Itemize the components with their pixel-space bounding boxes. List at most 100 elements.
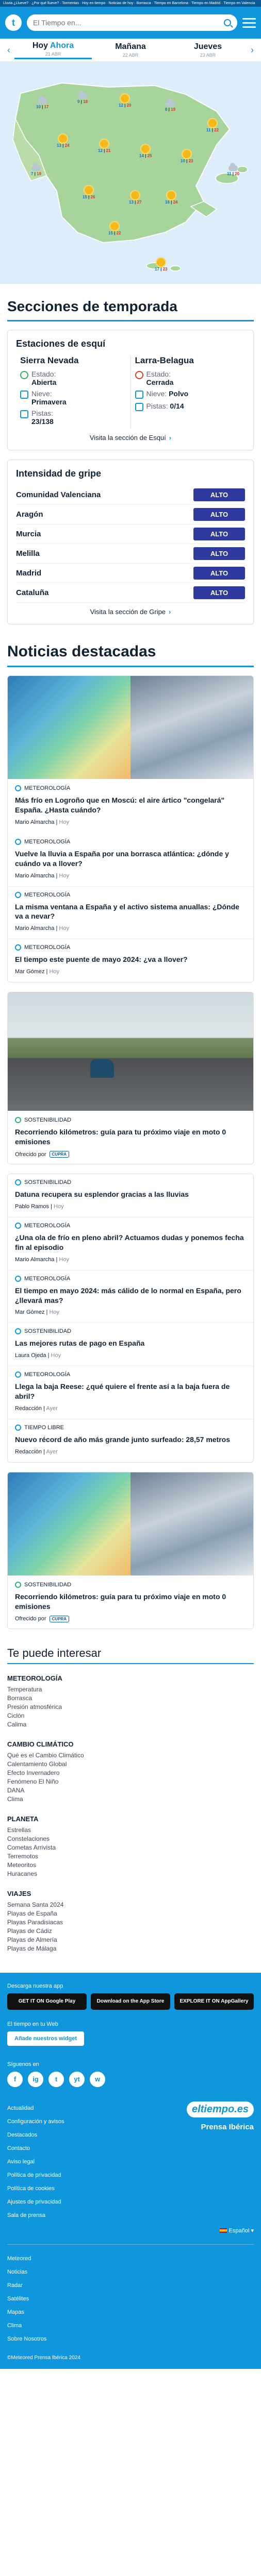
instagram-icon[interactable]: ig xyxy=(28,2071,43,2087)
language-selector[interactable]: Español ▾ xyxy=(7,2227,254,2234)
footer-link[interactable]: Mapas xyxy=(7,2306,254,2319)
city-forecast[interactable]: 7 | 19 xyxy=(31,163,41,176)
news-list-item[interactable]: METEOROLOGÍA ¿Una ola de frío en pleno ab… xyxy=(8,1216,253,1270)
news-headline[interactable]: Las mejores rutas de pago en España xyxy=(15,1338,246,1348)
interest-link[interactable]: Playas de Málaga xyxy=(7,1944,254,1953)
chevron-left-icon[interactable]: ‹ xyxy=(3,45,14,56)
flu-row[interactable]: Madrid ALTO xyxy=(16,564,245,583)
footer-link[interactable]: Noticias xyxy=(7,2265,254,2279)
news-list-item[interactable]: METEOROLOGÍA La misma ventana a España y … xyxy=(8,886,253,939)
city-forecast[interactable]: 15 | 22 xyxy=(108,222,121,235)
interest-link[interactable]: Cometas Arrivista xyxy=(7,1843,254,1852)
city-forecast[interactable]: 13 | 27 xyxy=(129,191,142,205)
footer-link[interactable]: Sobre Nosotros xyxy=(7,2332,254,2346)
interest-link[interactable]: Borrasca xyxy=(7,1694,254,1703)
interest-link[interactable]: Semana Santa 2024 xyxy=(7,1901,254,1909)
news-card[interactable]: SOSTENIBILIDAD Recorriendo kilómetros: g… xyxy=(7,1472,254,1629)
news-card[interactable]: SOSTENIBILIDAD Recorriendo kilómetros: g… xyxy=(7,992,254,1165)
chevron-right-icon[interactable]: › xyxy=(247,45,258,56)
city-forecast[interactable]: 10 | 17 xyxy=(36,96,49,109)
city-forecast[interactable]: 16 | 24 xyxy=(165,191,178,205)
interest-link[interactable]: Calentamiento Global xyxy=(7,1760,254,1769)
interest-link[interactable]: Meteoritos xyxy=(7,1861,254,1870)
footer-link[interactable]: Política de privacidad xyxy=(7,2168,64,2182)
brand-logo[interactable]: eltiempo.es xyxy=(186,2101,254,2117)
footer-link[interactable]: Meteored xyxy=(7,2252,254,2265)
city-forecast[interactable]: 11 | 20 xyxy=(227,163,239,176)
youtube-icon[interactable]: yt xyxy=(69,2071,85,2087)
footer-link[interactable]: Satélites xyxy=(7,2292,254,2306)
news-list-item[interactable]: METEOROLOGÍA El tiempo este puente de may… xyxy=(8,939,253,982)
footer-link[interactable]: Actualidad xyxy=(7,2102,64,2115)
news-image[interactable] xyxy=(8,992,253,1111)
news-headline[interactable]: Recorriendo kilómetros: guía para tu pró… xyxy=(15,1592,246,1612)
news-headline[interactable]: Datuna recupera su esplendor gracias a l… xyxy=(15,1190,246,1199)
city-forecast[interactable]: 8 | 19 xyxy=(165,98,175,112)
flu-row[interactable]: Cataluña ALTO xyxy=(16,583,245,603)
partner-logo[interactable]: Prensa Ibérica xyxy=(187,2123,254,2131)
interest-link[interactable]: Constelaciones xyxy=(7,1835,254,1843)
city-forecast[interactable]: 17 | 23 xyxy=(155,258,168,272)
interest-link[interactable]: DANA xyxy=(7,1786,254,1795)
tab-today[interactable]: Hoy Ahora 21 ABR xyxy=(14,41,92,59)
footer-link[interactable]: Clima xyxy=(7,2319,254,2332)
sponsor-logo[interactable]: CUPRA xyxy=(49,1615,69,1622)
interest-link[interactable]: Qué es el Cambio Climático xyxy=(7,1751,254,1760)
news-headline[interactable]: Recorriendo kilómetros: guía para tu pró… xyxy=(15,1127,246,1147)
news-list-item[interactable]: METEOROLOGÍA Llega la baja Reese: ¿qué qu… xyxy=(8,1366,253,1419)
footer-link[interactable]: Ajustes de privacidad xyxy=(7,2195,64,2209)
search-icon[interactable] xyxy=(224,19,231,26)
news-image[interactable] xyxy=(8,676,253,779)
city-forecast[interactable]: 11 | 22 xyxy=(206,119,219,132)
widget-button[interactable]: Añade nuestros widget xyxy=(7,2031,85,2046)
interest-link[interactable]: Huracanes xyxy=(7,1870,254,1878)
news-headline[interactable]: La misma ventana a España y el activo si… xyxy=(15,902,246,922)
ski-station[interactable]: Sierra Nevada Estado: Abierta Nieve: Prima… xyxy=(16,355,130,429)
top-ticker[interactable]: Lluvia ¿Llueve? · ¿Por qué llueve? · Tor… xyxy=(0,0,261,7)
news-headline[interactable]: Nuevo récord de año más grande junto sur… xyxy=(15,1435,246,1445)
flu-row[interactable]: Comunidad Valenciana ALTO xyxy=(16,485,245,505)
city-forecast[interactable]: 9 | 18 xyxy=(77,91,88,104)
interest-link[interactable]: Playas de Almería xyxy=(7,1936,254,1944)
twitter-icon[interactable]: t xyxy=(48,2071,64,2087)
app-store-badge[interactable]: Download on the App Store xyxy=(91,1993,170,2010)
footer-link[interactable]: Radar xyxy=(7,2279,254,2292)
news-list-item[interactable]: SOSTENIBILIDAD Datuna recupera su esplend… xyxy=(8,1174,253,1217)
city-forecast[interactable]: 10 | 23 xyxy=(181,150,193,163)
logo[interactable]: t xyxy=(5,14,22,31)
google-play-badge[interactable]: GET IT ON Google Play xyxy=(7,1993,87,2010)
interest-link[interactable]: Ciclón xyxy=(7,1711,254,1720)
footer-link[interactable]: Contacto xyxy=(7,2142,64,2155)
interest-link[interactable]: Playas de España xyxy=(7,1909,254,1918)
news-list-item[interactable]: SOSTENIBILIDAD Las mejores rutas de pago … xyxy=(8,1323,253,1366)
city-forecast[interactable]: 13 | 24 xyxy=(57,134,70,148)
ski-section-link[interactable]: Visita la sección de Esquí › xyxy=(16,434,245,442)
search-bar[interactable] xyxy=(27,14,237,31)
tab-tomorrow[interactable]: Mañana 22 ABR xyxy=(92,42,169,58)
flu-row[interactable]: Melilla ALTO xyxy=(16,544,245,564)
news-headline[interactable]: Llega la baja Reese: ¿qué quiere el fren… xyxy=(15,1382,246,1401)
news-list-item[interactable]: TIEMPO LIBRE Nuevo récord de año más gran… xyxy=(8,1419,253,1462)
interest-link[interactable]: Temperatura xyxy=(7,1685,254,1694)
interest-link[interactable]: Presión atmosférica xyxy=(7,1703,254,1711)
facebook-icon[interactable]: f xyxy=(7,2071,23,2087)
interest-link[interactable]: Terremotos xyxy=(7,1852,254,1861)
menu-icon[interactable] xyxy=(242,18,256,28)
news-card[interactable]: METEOROLOGÍA Más frío en Logroño que en … xyxy=(7,675,254,983)
interest-link[interactable]: Clima xyxy=(7,1795,254,1804)
footer-link[interactable]: Configuración y avisos xyxy=(7,2115,64,2128)
footer-link[interactable]: Destacados xyxy=(7,2128,64,2142)
footer-link[interactable]: Aviso legal xyxy=(7,2155,64,2168)
interest-link[interactable]: Playas Paradisiacas xyxy=(7,1918,254,1927)
news-headline[interactable]: ¿Una ola de frío en pleno abril? Actuamo… xyxy=(15,1233,246,1252)
search-input[interactable] xyxy=(33,19,224,27)
news-headline[interactable]: El tiempo este puente de mayo 2024: ¿va … xyxy=(15,955,246,964)
ski-station[interactable]: Larra-Belagua Estado: Cerrada Nieve: Polv… xyxy=(130,355,246,429)
flu-row[interactable]: Murcia ALTO xyxy=(16,524,245,544)
city-forecast[interactable]: 15 | 26 xyxy=(83,186,95,199)
city-forecast[interactable]: 12 | 20 xyxy=(119,94,132,108)
footer-link[interactable]: Sala de prensa xyxy=(7,2209,64,2222)
news-headline[interactable]: Vuelve la lluvia a España por una borras… xyxy=(15,849,246,869)
news-list-item[interactable]: METEOROLOGÍA Vuelve la lluvia a España po… xyxy=(8,834,253,886)
footer-link[interactable]: Política de cookies xyxy=(7,2182,64,2195)
